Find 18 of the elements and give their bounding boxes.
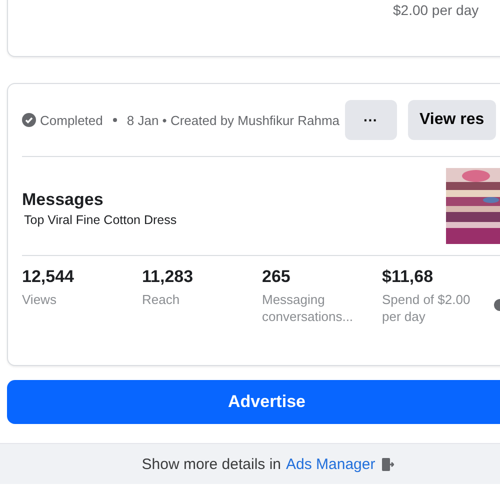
stat-value: 265 <box>262 266 292 288</box>
created-info: 8 Jan • Created by Mushfikur Rahma <box>126 112 340 128</box>
stat-label: Reach <box>142 291 181 308</box>
more-button[interactable]: ··· <box>344 100 397 140</box>
campaign-subtitle: Top Viral Fine Cotton Dress <box>24 212 177 226</box>
status-text: Completed <box>40 112 103 128</box>
stat-label: Views <box>22 291 58 308</box>
spend-note: $2.00 per day <box>393 2 479 18</box>
footer-text: Show more details in <box>142 456 281 472</box>
advertise-button[interactable]: Advertise <box>7 380 500 424</box>
stat-value: $11,68 <box>382 266 434 288</box>
stat-label: Messaging conversations... <box>262 291 354 325</box>
stat-value: 12,544 <box>22 266 75 288</box>
stat-label: Spend of $2.00 per day <box>382 291 472 325</box>
campaign-title: Messages <box>22 190 104 210</box>
stat-value: 11,283 <box>142 266 194 288</box>
ads-manager-link[interactable]: Ads Manager <box>286 456 376 472</box>
view-results-button[interactable]: View res <box>408 100 496 140</box>
